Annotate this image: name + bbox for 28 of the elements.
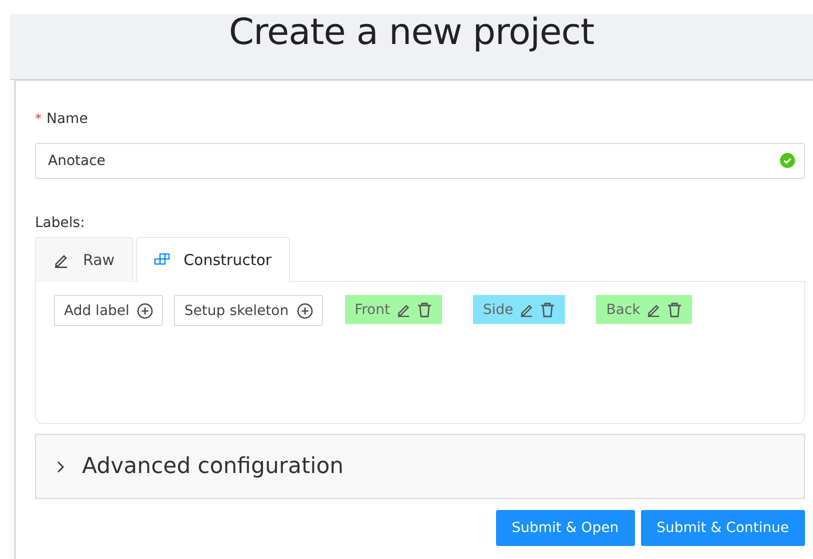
pencil-icon [519, 302, 534, 317]
add-button[interactable]: Add label [54, 295, 164, 326]
tab[interactable]: Constructor [136, 237, 290, 282]
tag-text: Front [354, 302, 390, 318]
section-label: Labels: [35, 215, 86, 233]
delete-button[interactable] [540, 302, 556, 318]
field-label: Name [46, 111, 88, 127]
blocks-icon [154, 252, 170, 266]
page-title: Create a new project [228, 12, 594, 53]
delete-button[interactable] [417, 302, 432, 318]
name-field[interactable]: Anotace [35, 143, 805, 179]
trash-icon [667, 302, 682, 318]
pencil-icon [396, 302, 411, 317]
pencil-icon [646, 302, 662, 317]
tag-text: Back [606, 302, 640, 318]
accordion-header[interactable]: Advanced configuration [35, 434, 805, 499]
edit-button[interactable] [646, 302, 662, 317]
trash-icon [417, 302, 432, 318]
edit-button[interactable] [519, 302, 534, 317]
tab[interactable]: Raw [35, 237, 133, 282]
plus-circle-icon [137, 302, 154, 318]
trash-icon [540, 302, 556, 318]
plus-circle-icon [296, 302, 313, 318]
required-mark: * [35, 112, 42, 126]
edit-button[interactable] [396, 302, 411, 317]
delete-button[interactable] [667, 302, 682, 318]
add-button[interactable]: Setup skeleton [174, 295, 323, 326]
tag-text: Side [483, 302, 514, 318]
